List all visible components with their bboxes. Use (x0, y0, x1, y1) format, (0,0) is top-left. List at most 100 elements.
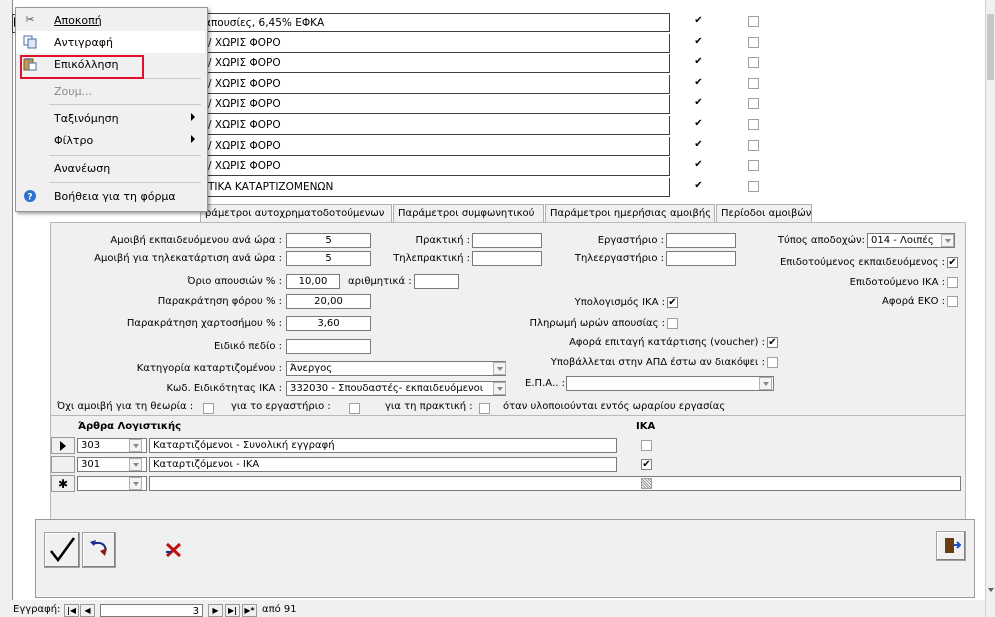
new-record-button[interactable]: ▶* (242, 604, 257, 617)
ika-code-dropdown-arrow-icon[interactable] (493, 382, 506, 395)
grid-row-text: / ΧΩΡΙΣ ΦΟΡΟ (208, 57, 281, 70)
telepractical-field[interactable] (472, 251, 542, 266)
calc-ika-label: Υπολογισμός ΙΚΑ : (574, 297, 665, 308)
ika-code-label: Κωδ. Ειδικότητας ΙΚΑ : (166, 383, 282, 394)
grid-row-checkbox[interactable]: ✔ (693, 160, 704, 171)
eko-checkbox[interactable] (947, 296, 958, 307)
grid-row-checkbox[interactable]: ✔ (693, 180, 704, 192)
grid-row-text: / ΧΩΡΙΣ ΦΟΡΟ (208, 77, 281, 90)
for-practical-checkbox[interactable] (479, 403, 490, 414)
account-code-dropdown-arrow-icon[interactable] (129, 458, 142, 471)
next-record-button[interactable]: ▶ (208, 604, 223, 617)
grid-row-text: / ΧΩΡΙΣ ΦΟΡΟ (208, 119, 281, 131)
tab-pay-periods[interactable]: Περίοδοι αμοιβών (716, 204, 812, 223)
grid-row-checkbox[interactable] (748, 57, 759, 69)
undo-button[interactable] (82, 532, 116, 568)
record-label: Εγγραφή: (13, 604, 61, 615)
stamp-label: Παρακράτηση χαρτοσήμου % : (126, 318, 282, 329)
account-desc-field[interactable]: Καταρτιζόμενοι - Συνολική εγγραφή (149, 438, 617, 453)
tab-daily-pay[interactable]: Παράμετροι ημερήσιας αμοιβής (545, 204, 715, 223)
grid-row-checkbox[interactable] (748, 77, 759, 89)
confirm-button[interactable] (44, 532, 80, 568)
practical-field[interactable] (472, 233, 542, 248)
delete-record-button[interactable] (164, 540, 184, 560)
new-row-selector[interactable]: ✱ (51, 475, 75, 492)
grid-row-checkbox[interactable]: ✔ (693, 16, 704, 27)
grid-row-checkbox[interactable]: ✔ (693, 119, 704, 130)
apd-checkbox[interactable] (767, 357, 778, 368)
account-code-dropdown-arrow-icon[interactable] (129, 477, 142, 490)
category-select[interactable]: Άνεργος (286, 361, 506, 376)
last-record-button[interactable]: ▶| (225, 604, 240, 617)
absence-limit-field[interactable]: 10,00 (286, 274, 340, 289)
lab-field[interactable] (666, 233, 736, 248)
grid-row-checkbox[interactable] (748, 98, 759, 110)
tab-agreement[interactable]: Παράμετροι συμφωνητικού (393, 204, 544, 223)
menu-item-refresh[interactable]: Ανανέωση (16, 157, 205, 179)
menu-item-filter[interactable]: Φίλτρο (16, 129, 205, 151)
grid-row-checkbox[interactable] (748, 16, 759, 27)
exit-button[interactable] (936, 531, 966, 561)
previous-record-button[interactable]: ◀ (80, 604, 95, 617)
epa-dropdown-arrow-icon[interactable] (759, 377, 772, 390)
eko-label: Αφορά ΕΚΟ : (882, 296, 945, 307)
row-selector[interactable] (51, 456, 75, 473)
grid-row-checkbox[interactable] (748, 139, 759, 151)
account-ika-checkbox-new[interactable] (641, 478, 652, 489)
numeric-field[interactable] (414, 274, 459, 289)
ika-code-select[interactable]: 332030 - Σπουδαστές- εκπαιδευόμενοι (286, 381, 506, 396)
vertical-scrollbar[interactable] (985, 0, 995, 617)
grid-row-checkbox[interactable]: ✔ (693, 36, 704, 48)
submenu-arrow-icon (191, 113, 195, 121)
menu-item-cut[interactable]: ✂ Αποκοπή (16, 9, 205, 31)
pay-absence-label: Πληρωμή ωρών απουσίας : (529, 318, 665, 329)
accounts-ika-header: ΙΚΑ (636, 421, 656, 432)
menu-item-copy[interactable]: Αντιγραφή (16, 31, 205, 53)
within-hours-label: όταν υλοποιούνται εντός ωραρίου εργασίας (503, 401, 726, 412)
parameters-panel: Αμοιβή εκπαιδευόμενου ανά ώρα : 5 Αμοιβή… (50, 222, 966, 417)
account-ika-checkbox[interactable]: ✔ (641, 459, 652, 470)
grid-row-checkbox[interactable] (748, 160, 759, 172)
voucher-checkbox[interactable]: ✔ (767, 337, 778, 348)
menu-item-label: Αποκοπή (54, 14, 102, 27)
special-field[interactable] (286, 339, 371, 354)
for-lab-checkbox[interactable] (349, 403, 360, 414)
tab-self-funded[interactable]: ράμετροι αυτοχρηματοδοτούμενων (200, 204, 392, 223)
menu-item-sort[interactable]: Ταξινόμηση (16, 107, 205, 129)
account-code-dropdown-arrow-icon[interactable] (129, 439, 142, 452)
grid-row-checkbox[interactable] (748, 180, 759, 192)
account-desc-field[interactable]: Καταρτιζόμενοι - ΙΚΑ (149, 457, 617, 472)
current-record-field[interactable]: 3 (100, 604, 203, 617)
pay-type-dropdown-arrow-icon[interactable] (941, 234, 954, 247)
no-pay-theory-checkbox[interactable] (203, 403, 214, 414)
subsidized-checkbox[interactable]: ✔ (947, 257, 958, 268)
grid-row-checkbox[interactable] (748, 119, 759, 130)
rate-field[interactable]: 5 (286, 233, 371, 248)
subsidized-ika-checkbox[interactable] (947, 277, 958, 288)
help-icon: ? (23, 189, 37, 203)
tab-label: Παράμετροι συμφωνητικού (398, 208, 535, 219)
stamp-field[interactable]: 3,60 (286, 316, 371, 331)
telepractical-label: Τηλεπρακτική : (393, 253, 470, 264)
category-dropdown-arrow-icon[interactable] (493, 362, 506, 375)
epa-select[interactable] (566, 376, 774, 391)
grid-row-checkbox[interactable]: ✔ (693, 98, 704, 109)
account-ika-checkbox[interactable] (641, 440, 652, 451)
pay-absence-checkbox[interactable] (667, 318, 678, 329)
tele-rate-field[interactable]: 5 (286, 251, 371, 266)
grid-row-checkbox[interactable]: ✔ (693, 139, 704, 151)
first-record-button[interactable]: |◀ (64, 604, 79, 617)
scroll-thumb[interactable] (987, 14, 994, 80)
tax-field[interactable]: 20,00 (286, 294, 371, 309)
menu-item-help[interactable]: ? Βοήθεια για τη φόρμα (16, 185, 205, 207)
grid-row-checkbox[interactable]: ✔ (693, 57, 704, 68)
menu-item-label: Αντιγραφή (54, 36, 113, 49)
grid-row-text: / ΧΩΡΙΣ ΦΟΡΟ (208, 139, 281, 152)
calc-ika-checkbox[interactable]: ✔ (667, 297, 678, 308)
telelab-field[interactable] (666, 251, 736, 266)
account-desc-field-new[interactable] (149, 476, 961, 491)
grid-row-checkbox[interactable]: ✔ (693, 77, 704, 89)
scroll-down-arrow-icon[interactable] (988, 588, 994, 592)
record-navigation: Εγγραφή: |◀ ◀ 3 ▶ ▶| ▶* από 91 (0, 601, 985, 617)
grid-row-checkbox[interactable] (748, 36, 759, 48)
